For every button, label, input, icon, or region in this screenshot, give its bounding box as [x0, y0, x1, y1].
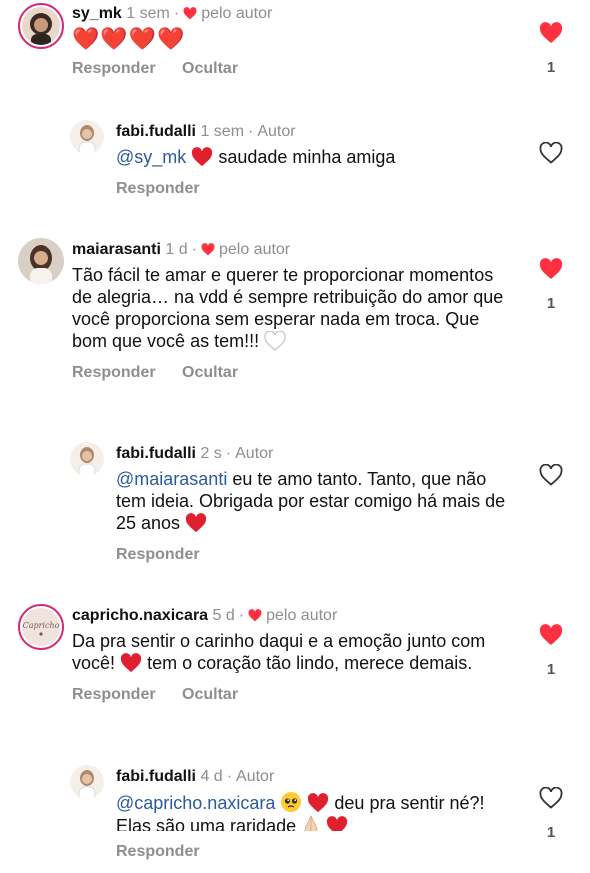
reply-button[interactable]: Responder — [116, 546, 200, 563]
timestamp: 1 d — [165, 241, 188, 258]
author-tag: Autor — [235, 445, 274, 462]
timestamp: 5 d — [212, 607, 235, 624]
username[interactable]: fabi.fudalli — [116, 123, 196, 140]
avatar[interactable] — [18, 3, 64, 49]
red-heart-icon — [308, 793, 329, 813]
username[interactable]: maiarasanti — [72, 241, 161, 258]
comment-meta: fabi.fudalli 2 s · Autor — [116, 445, 274, 462]
comment-meta: sy_mk 1 sem · pelo autor — [72, 5, 273, 22]
timestamp: 1 sem — [200, 123, 245, 140]
comment-meta: maiarasanti 1 d · pelo autor — [72, 241, 291, 258]
reply-button[interactable]: Responder — [72, 364, 156, 381]
author-tag: Autor — [236, 768, 275, 785]
reply-button[interactable]: Responder — [72, 686, 156, 703]
username[interactable]: fabi.fudalli — [116, 768, 196, 785]
reply-text: saudade minha amiga — [218, 147, 396, 167]
like-control — [536, 141, 566, 169]
author-tag: Autor — [257, 123, 296, 140]
comment-text: Da pra sentir o carinho daqui e a emoção… — [72, 631, 486, 673]
red-heart-icon — [327, 816, 348, 831]
like-count: 1 — [546, 295, 556, 312]
comment-meta: fabi.fudalli 1 sem · Autor — [116, 123, 296, 140]
comment-text: @maiarasanti eu te amo tanto. Tanto, que… — [116, 468, 516, 534]
username[interactable]: sy_mk — [72, 5, 122, 22]
mention-link[interactable]: @capricho.naxicara — [116, 793, 275, 813]
heart-filled-icon[interactable] — [539, 624, 563, 646]
timestamp: 4 d — [200, 768, 223, 785]
like-control: 1 — [536, 22, 566, 76]
comment-text: ❤️❤️❤️❤️ — [72, 26, 186, 51]
pleading-face-icon — [281, 792, 302, 812]
like-control — [536, 463, 566, 491]
mention-link[interactable]: @sy_mk — [116, 147, 186, 167]
reply-button[interactable]: Responder — [116, 843, 200, 860]
heart-icon — [201, 243, 215, 256]
reply-button[interactable]: Responder — [116, 180, 200, 197]
avatar[interactable] — [70, 442, 104, 476]
red-heart-icon — [120, 653, 142, 673]
heart-icon — [183, 7, 197, 20]
like-control: 1 — [536, 624, 566, 678]
heart-filled-icon[interactable] — [539, 22, 563, 44]
like-count: 1 — [546, 824, 556, 841]
liked-by-author-label: pelo autor — [201, 5, 273, 22]
hide-button[interactable]: Ocultar — [182, 364, 238, 381]
comment-text: Tão fácil te amar e querer te proporcion… — [72, 265, 504, 351]
avatar[interactable] — [18, 238, 64, 284]
comment-text: @sy_mk saudade minha amiga — [116, 146, 516, 168]
heart-outline-icon[interactable] — [539, 786, 563, 809]
comment-meta: capricho.naxicara 5 d · pelo autor — [72, 607, 338, 624]
praying-hands-icon — [304, 815, 318, 831]
heart-outline-icon[interactable] — [539, 141, 563, 164]
like-count: 1 — [546, 59, 556, 76]
like-count: 1 — [546, 661, 556, 678]
timestamp: 1 sem — [126, 5, 170, 22]
comments-thread: sy_mk 1 sem · pelo autor ❤️❤️❤️❤️ Responde… — [0, 0, 590, 873]
white-heart-icon — [264, 331, 286, 351]
avatar-logo-text: Capricho — [23, 621, 60, 630]
hide-button[interactable]: Ocultar — [182, 686, 238, 703]
reply-button[interactable]: Responder — [72, 60, 156, 77]
red-heart-icon — [185, 513, 207, 533]
heart-filled-icon[interactable] — [539, 258, 563, 280]
avatar[interactable] — [70, 120, 104, 154]
hide-button[interactable]: Ocultar — [182, 60, 238, 77]
mention-link[interactable]: @maiarasanti — [116, 469, 227, 489]
liked-by-author-label: pelo autor — [218, 241, 291, 258]
heart-outline-icon[interactable] — [539, 463, 563, 486]
username[interactable]: fabi.fudalli — [116, 445, 196, 462]
avatar[interactable] — [70, 765, 104, 799]
red-heart-icon — [192, 147, 213, 167]
like-control: 1 — [536, 786, 566, 841]
comment-meta: fabi.fudalli 4 d · Autor — [116, 768, 275, 785]
comment-text: @capricho.naxicara deu pra sentir né?! E… — [116, 791, 516, 831]
username[interactable]: capricho.naxicara — [72, 607, 208, 624]
heart-icon — [248, 609, 262, 622]
like-control: 1 — [536, 258, 566, 312]
timestamp: 2 s — [200, 445, 222, 462]
liked-by-author-label: pelo autor — [266, 607, 338, 624]
avatar[interactable]: Capricho — [18, 604, 64, 650]
